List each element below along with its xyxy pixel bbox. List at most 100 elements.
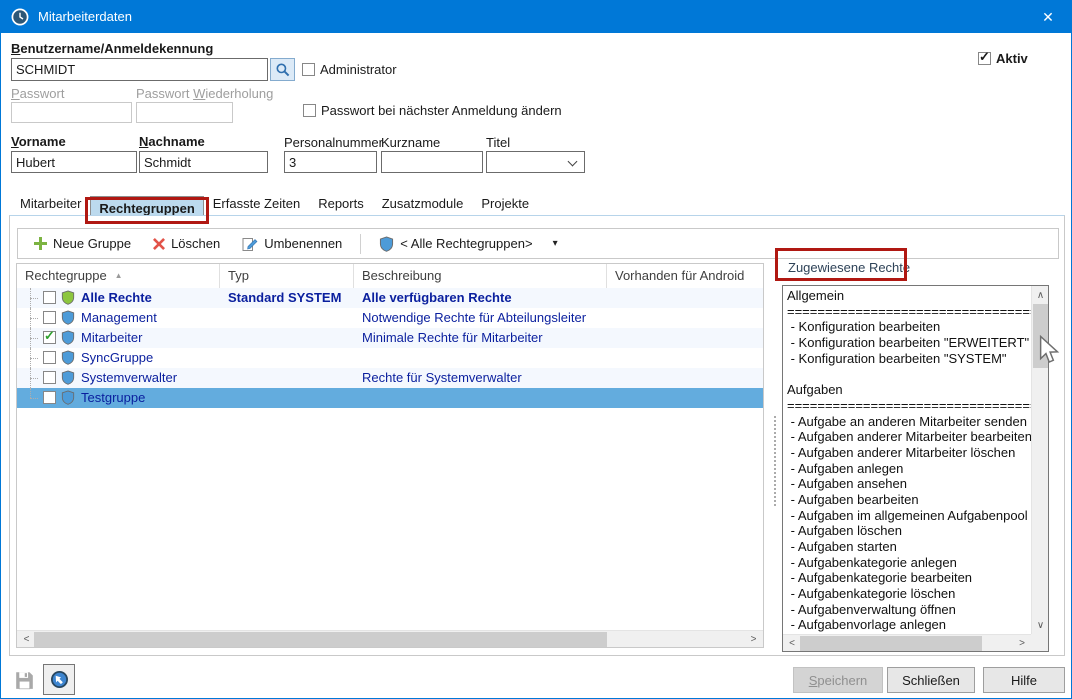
rights-line[interactable]: [787, 366, 1031, 382]
rights-line[interactable]: - Aufgaben bearbeiten: [787, 492, 1031, 508]
rights-line[interactable]: - Konfiguration bearbeiten "SYSTEM": [787, 351, 1031, 367]
rights-vscrollbar[interactable]: ∧ ∨: [1031, 286, 1048, 634]
administrator-label: Administrator: [320, 62, 397, 77]
scroll-down-icon[interactable]: ∨: [1032, 618, 1049, 632]
name-cell: Mitarbeiter: [81, 330, 219, 345]
close-button[interactable]: ✕: [1025, 1, 1071, 33]
rights-line[interactable]: - Aufgabenkategorie löschen: [787, 586, 1031, 602]
rights-line[interactable]: - Aufgabenkategorie bearbeiten: [787, 570, 1031, 586]
rights-line[interactable]: Allgemein: [787, 288, 1031, 304]
rights-hscrollbar[interactable]: < >: [783, 634, 1031, 651]
rights-line[interactable]: - Aufgaben anderer Mitarbeiter bearbeite…: [787, 429, 1031, 445]
tab-zusatzmodule[interactable]: Zusatzmodule: [373, 192, 473, 216]
table-row[interactable]: SystemverwalterRechte für Systemverwalte…: [17, 368, 763, 388]
hscroll-thumb[interactable]: [800, 636, 982, 651]
tab-erfasste-zeiten[interactable]: Erfasste Zeiten: [204, 192, 309, 216]
rights-line[interactable]: - Aufgabenverwaltung öffnen: [787, 602, 1031, 618]
row-checkbox[interactable]: [43, 291, 56, 304]
aktiv-checkbox[interactable]: ✓: [978, 52, 991, 65]
rights-line[interactable]: - Aufgaben starten: [787, 539, 1031, 555]
rights-line[interactable]: - Konfiguration bearbeiten "ERWEITERT": [787, 335, 1031, 351]
tree-line: [23, 388, 39, 408]
table-hscrollbar[interactable]: < >: [17, 630, 763, 647]
scroll-left-icon[interactable]: <: [785, 635, 799, 652]
new-group-button[interactable]: Neue Gruppe: [26, 233, 139, 254]
rights-line[interactable]: ========================================: [787, 398, 1031, 414]
column-header-rechtegruppe[interactable]: Rechtegruppe▲: [17, 264, 220, 288]
row-checkbox[interactable]: [43, 371, 56, 384]
rights-line[interactable]: - Aufgaben anderer Mitarbeiter löschen: [787, 445, 1031, 461]
scroll-left-icon[interactable]: <: [19, 631, 34, 648]
schliessen-button[interactable]: Schließen: [887, 667, 975, 693]
titel-select[interactable]: [486, 151, 585, 173]
rights-line[interactable]: - Aufgaben im allgemeinen Aufgabenpool s…: [787, 508, 1031, 524]
speichern-button[interactable]: Speichern: [793, 667, 883, 693]
name-cell: SyncGruppe: [81, 350, 219, 365]
scroll-right-icon[interactable]: >: [1015, 635, 1029, 652]
save-icon-button[interactable]: [9, 665, 39, 695]
search-icon: [275, 62, 291, 78]
rights-line[interactable]: - Aufgabenkategorie anlegen: [787, 555, 1031, 571]
table-row[interactable]: Alle RechteStandard SYSTEMAlle verfügbar…: [17, 288, 763, 308]
passwort-wiederholung-label: Passwort Wiederholung: [136, 86, 273, 101]
sync-button[interactable]: [43, 664, 75, 695]
hscroll-thumb[interactable]: [34, 632, 607, 647]
scroll-up-icon[interactable]: ∧: [1032, 288, 1049, 302]
chevron-down-icon: [568, 157, 578, 167]
name-cell: Testgruppe: [81, 390, 219, 405]
table-row[interactable]: SyncGruppe: [17, 348, 763, 368]
administrator-checkbox[interactable]: [302, 63, 315, 76]
column-header-typ[interactable]: Typ: [220, 264, 354, 288]
table-rows: Alle RechteStandard SYSTEMAlle verfügbar…: [17, 288, 763, 408]
panel-splitter[interactable]: [774, 416, 777, 506]
nachname-input[interactable]: [139, 151, 268, 173]
administrator-checkbox-row: Administrator: [302, 62, 397, 77]
rights-line[interactable]: - Aufgaben anlegen: [787, 461, 1031, 477]
scroll-right-icon[interactable]: >: [746, 631, 761, 648]
vscroll-thumb[interactable]: [1033, 304, 1048, 368]
check-icon: ✓: [44, 329, 55, 342]
group-filter-dropdown[interactable]: < Alle Rechtegruppen> ▾: [371, 233, 565, 255]
table-row[interactable]: ManagementNotwendige Rechte für Abteilun…: [17, 308, 763, 328]
search-button[interactable]: [270, 58, 295, 81]
rights-line[interactable]: - Aufgaben ansehen: [787, 476, 1031, 492]
row-checkbox[interactable]: [43, 351, 56, 364]
passwort-input[interactable]: [11, 102, 132, 123]
aktiv-label: Aktiv: [996, 51, 1028, 66]
rights-line[interactable]: - Konfiguration bearbeiten: [787, 319, 1031, 335]
kurzname-input[interactable]: [381, 151, 483, 173]
table-row[interactable]: Testgruppe: [17, 388, 763, 408]
delete-group-button[interactable]: Löschen: [145, 233, 228, 254]
row-checkbox[interactable]: ✓: [43, 331, 56, 344]
titlebar: Mitarbeiterdaten ✕: [1, 1, 1071, 33]
username-input[interactable]: [11, 58, 268, 81]
table-row[interactable]: ✓MitarbeiterMinimale Rechte für Mitarbei…: [17, 328, 763, 348]
rights-line[interactable]: - Aufgabe an anderen Mitarbeiter senden: [787, 414, 1031, 430]
personalnummer-input[interactable]: [284, 151, 377, 173]
tab-mitarbeiter[interactable]: Mitarbeiter: [11, 192, 90, 216]
column-header-beschreibung[interactable]: Beschreibung: [354, 264, 607, 288]
hilfe-button[interactable]: Hilfe: [983, 667, 1065, 693]
kurzname-label: Kurzname: [381, 135, 440, 150]
scrollbar-corner: [1031, 634, 1048, 651]
nachname-label: Nachname: [139, 134, 205, 149]
vorname-input[interactable]: [11, 151, 137, 173]
rights-line[interactable]: Aufgaben: [787, 382, 1031, 398]
pw-change-checkbox[interactable]: [303, 104, 316, 117]
delete-x-icon: [153, 238, 165, 250]
aktiv-checkbox-row: ✓ Aktiv: [978, 51, 1028, 66]
column-header-android[interactable]: Vorhanden für Android: [607, 264, 763, 288]
rights-line[interactable]: ========================================: [787, 304, 1031, 320]
shield-icon: [61, 290, 75, 305]
tab-reports[interactable]: Reports: [309, 192, 373, 216]
rights-line[interactable]: - Aufgabenvorlage anlegen: [787, 617, 1031, 633]
beschr-cell: Notwendige Rechte für Abteilungsleiter: [362, 310, 612, 325]
tab-projekte[interactable]: Projekte: [472, 192, 538, 216]
rechtegruppen-panel: Neue Gruppe Löschen Umbenennen < Alle Re…: [9, 215, 1065, 656]
row-checkbox[interactable]: [43, 391, 56, 404]
passwort-wiederholung-input[interactable]: [136, 102, 233, 123]
row-checkbox[interactable]: [43, 311, 56, 324]
assigned-rights-listbox: Allgemein===============================…: [782, 285, 1049, 652]
rights-line[interactable]: - Aufgaben löschen: [787, 523, 1031, 539]
rename-group-button[interactable]: Umbenennen: [234, 233, 350, 255]
